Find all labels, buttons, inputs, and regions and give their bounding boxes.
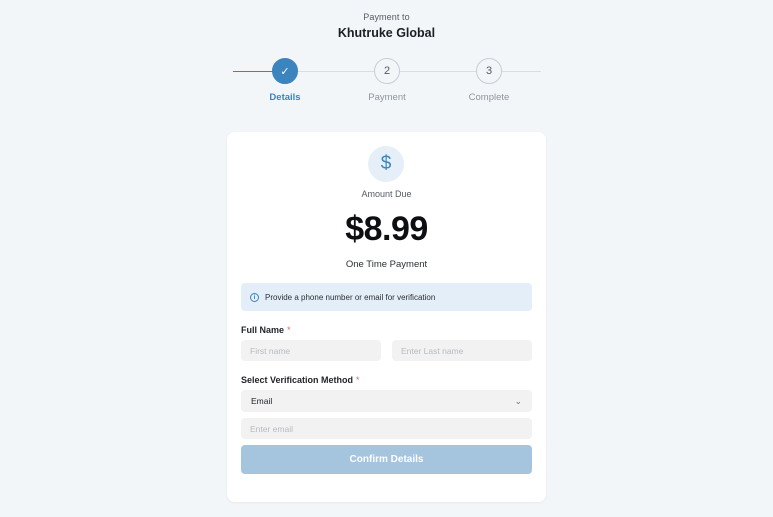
first-name-input[interactable] xyxy=(241,340,381,361)
chevron-down-icon: ⌄ xyxy=(514,395,522,406)
payment-type: One Time Payment xyxy=(345,259,428,270)
step-payment-number: 2 xyxy=(374,58,400,84)
last-name-input[interactable] xyxy=(392,340,532,361)
payment-to-label: Payment to xyxy=(363,12,410,22)
step-complete-number: 3 xyxy=(476,58,502,84)
step-payment-label: Payment xyxy=(368,92,406,103)
required-asterisk: * xyxy=(287,325,291,335)
progress-stepper: ✓ Details 2 Payment 3 Complete xyxy=(233,58,541,108)
step-complete-label: Complete xyxy=(468,92,510,103)
required-asterisk: * xyxy=(356,375,360,385)
verification-method-value: Email xyxy=(251,396,273,406)
step-details: ✓ Details xyxy=(245,58,325,103)
confirm-details-button[interactable]: Confirm Details xyxy=(241,445,532,474)
header: Payment to Khutruke Global xyxy=(0,12,773,40)
verification-method-select[interactable]: Email ⌄ xyxy=(241,390,532,412)
step-details-label: Details xyxy=(269,92,301,103)
checkmark-icon: ✓ xyxy=(272,58,298,84)
step-complete: 3 Complete xyxy=(449,58,529,103)
info-icon: i xyxy=(250,292,259,302)
payment-card: $ Amount Due $8.99 One Time Payment i Pr… xyxy=(227,132,546,502)
verification-info-banner: i Provide a phone number or email for ve… xyxy=(241,283,532,311)
email-input[interactable] xyxy=(241,418,532,439)
dollar-icon: $ xyxy=(368,146,404,182)
full-name-label: Full Name * xyxy=(241,325,291,335)
step-payment: 2 Payment xyxy=(347,58,427,103)
amount-due-label: Amount Due xyxy=(361,189,412,199)
verification-method-label: Select Verification Method * xyxy=(241,375,360,385)
merchant-name: Khutruke Global xyxy=(337,26,436,40)
info-text: Provide a phone number or email for veri… xyxy=(265,292,436,302)
amount-value: $8.99 xyxy=(345,210,428,248)
